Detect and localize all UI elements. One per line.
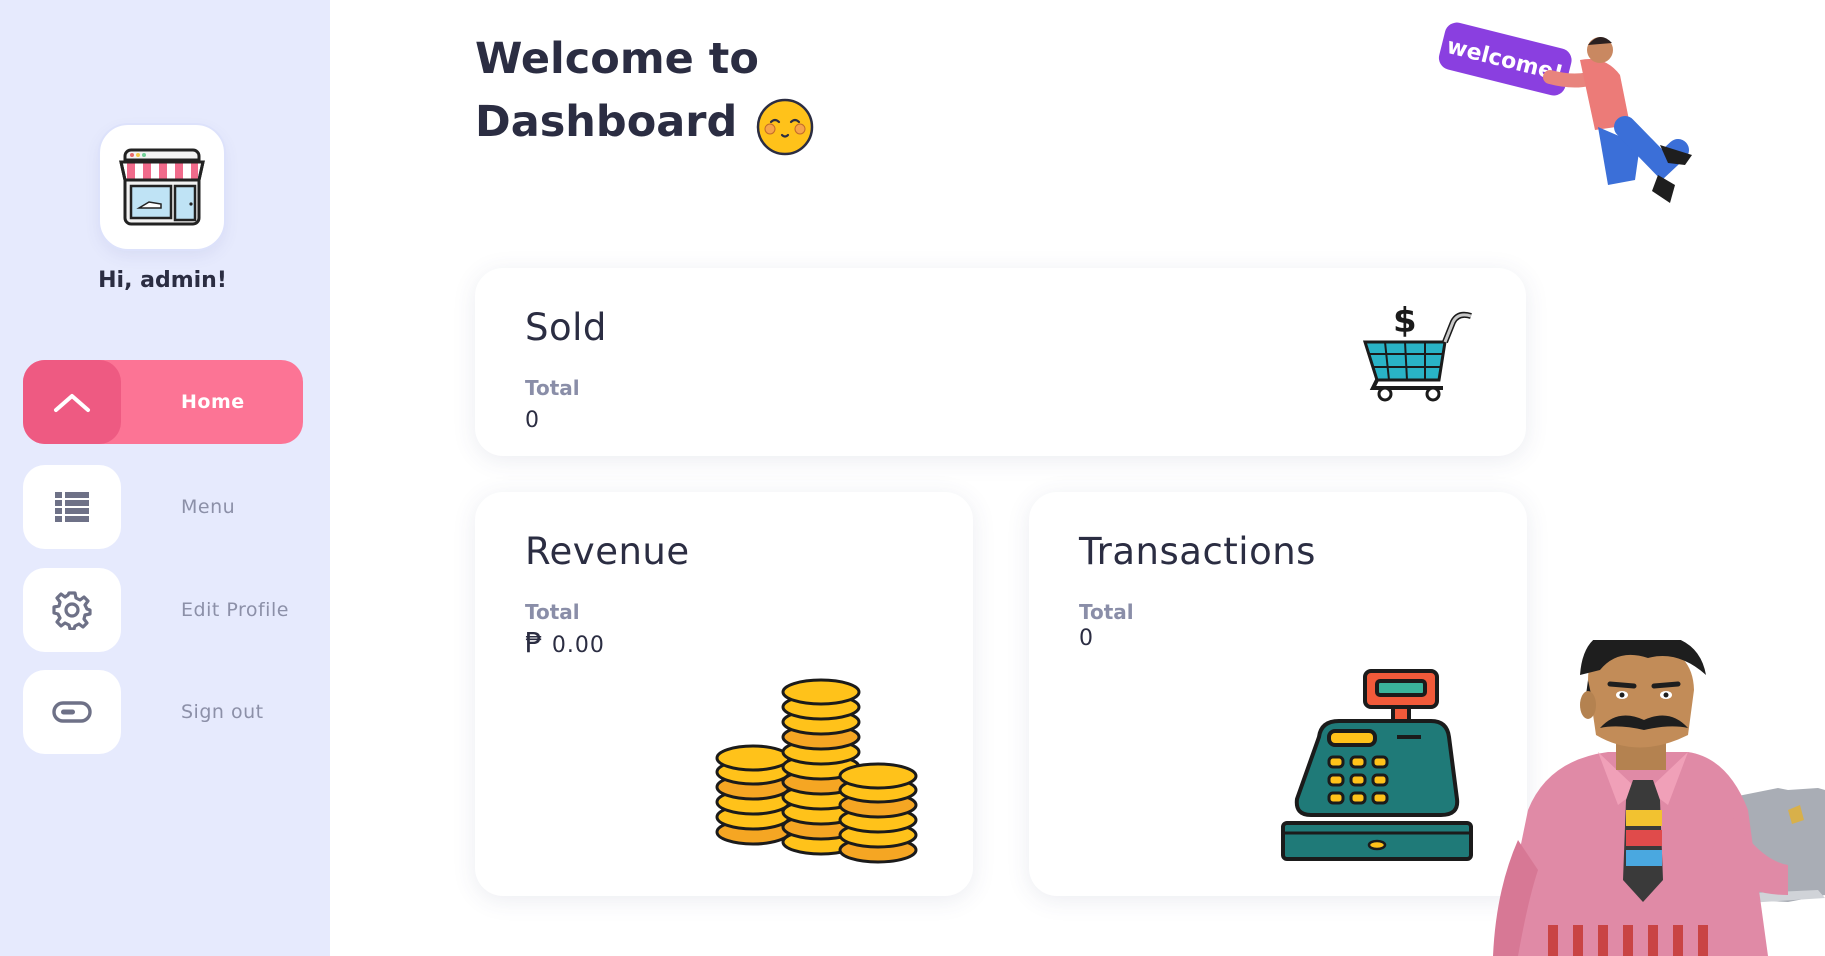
sidebar-item-home[interactable]: Home xyxy=(23,360,303,444)
home-icon xyxy=(54,394,90,412)
toggle-icon xyxy=(52,701,92,723)
peso-sign: ₱ xyxy=(525,626,544,659)
card-subtitle: Total xyxy=(525,600,580,624)
card-title: Transactions xyxy=(1079,530,1316,573)
sidebar-item-label: Home xyxy=(181,391,245,413)
greeting: Hi, admin! xyxy=(98,268,227,293)
cash-register-icon xyxy=(1281,669,1473,861)
revenue-total-value: ₱ 0.00 xyxy=(525,626,605,659)
sidebar: Hi, admin! Home Menu Edit Profile Sign o… xyxy=(0,0,330,956)
transactions-card: Transactions Total 0 xyxy=(1029,492,1527,896)
coins-icon xyxy=(715,678,918,864)
revenue-card: Revenue Total ₱ 0.00 xyxy=(475,492,973,896)
card-subtitle: Total xyxy=(1079,600,1134,624)
card-title: Revenue xyxy=(525,530,690,573)
shopping-cart-icon: $ xyxy=(1363,302,1472,402)
blushing-smiley-icon xyxy=(757,98,814,156)
store-logo xyxy=(100,125,224,249)
sidebar-item-label: Edit Profile xyxy=(181,599,289,621)
businessman-illustration xyxy=(1493,640,1825,956)
sidebar-item-sign-out[interactable]: Sign out xyxy=(23,670,303,754)
page-title-line2: Dashboard xyxy=(475,96,738,147)
gear-icon xyxy=(52,591,92,630)
storefront-icon xyxy=(119,148,205,226)
sidebar-item-label: Menu xyxy=(181,496,236,518)
welcome-character-illustration: welcome! xyxy=(1438,22,1692,203)
sold-card: Sold Total 0 $ xyxy=(475,268,1526,456)
page-title: Welcome to Dashboard xyxy=(475,32,815,157)
sidebar-item-label: Sign out xyxy=(181,701,264,723)
svg-text:$: $ xyxy=(1393,302,1417,341)
card-title: Sold xyxy=(525,306,607,349)
sidebar-item-menu[interactable]: Menu xyxy=(23,465,303,549)
list-icon xyxy=(55,492,89,522)
page-title-line1: Welcome to xyxy=(475,34,759,84)
sidebar-item-edit-profile[interactable]: Edit Profile xyxy=(23,568,303,652)
transactions-total-value: 0 xyxy=(1079,626,1094,651)
sold-total-value: 0 xyxy=(525,408,540,433)
card-subtitle: Total xyxy=(525,376,580,400)
